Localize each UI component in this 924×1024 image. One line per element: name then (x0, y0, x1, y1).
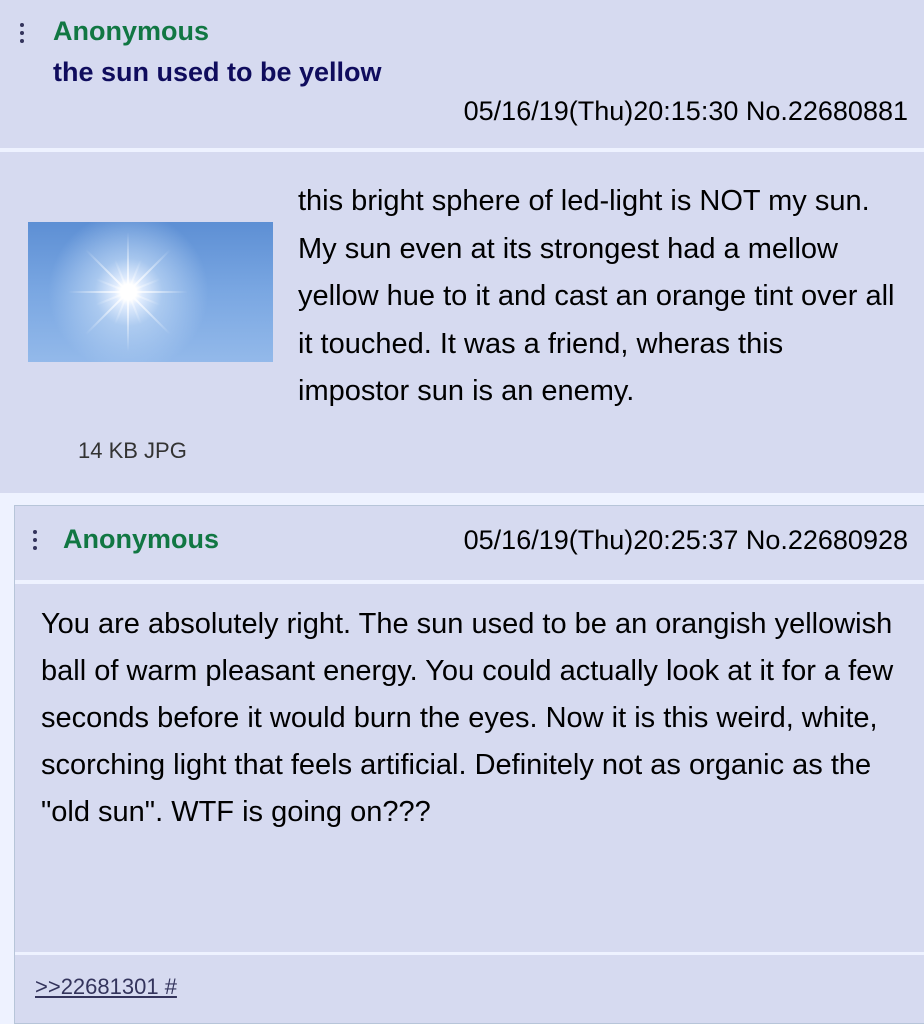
op-comment: this bright sphere of led-light is NOT m… (298, 185, 895, 407)
reply-post-meta[interactable]: 05/16/19(Thu)20:25:37 No.22680928 (464, 525, 908, 556)
reply-backlink[interactable]: >>22681301 # (35, 974, 177, 1000)
op-subject: the sun used to be yellow (53, 57, 382, 87)
reply-poster-name: Anonymous (63, 524, 220, 554)
divider (15, 952, 924, 955)
op-post-body: 14 KB JPG this bright sphere of led-ligh… (0, 148, 924, 493)
reply-post: Anonymous 05/16/19(Thu)20:25:37 No.22680… (14, 505, 924, 1024)
thread-page: Anonymous the sun used to be yellow 05/1… (0, 0, 924, 1024)
reply-post-header: Anonymous 05/16/19(Thu)20:25:37 No.22680… (15, 506, 924, 578)
op-file-info: 14 KB JPG (78, 438, 187, 463)
op-poster-name: Anonymous (53, 16, 210, 46)
divider (15, 580, 924, 584)
op-post-header: Anonymous the sun used to be yellow 05/1… (0, 0, 924, 148)
post-menu-icon[interactable] (20, 23, 26, 47)
op-post-meta[interactable]: 05/16/19(Thu)20:15:30 No.22680881 (464, 96, 908, 127)
post-menu-icon[interactable] (33, 530, 39, 554)
op-thumbnail-image[interactable] (28, 222, 273, 362)
reply-comment: You are absolutely right. The sun used t… (41, 608, 894, 828)
